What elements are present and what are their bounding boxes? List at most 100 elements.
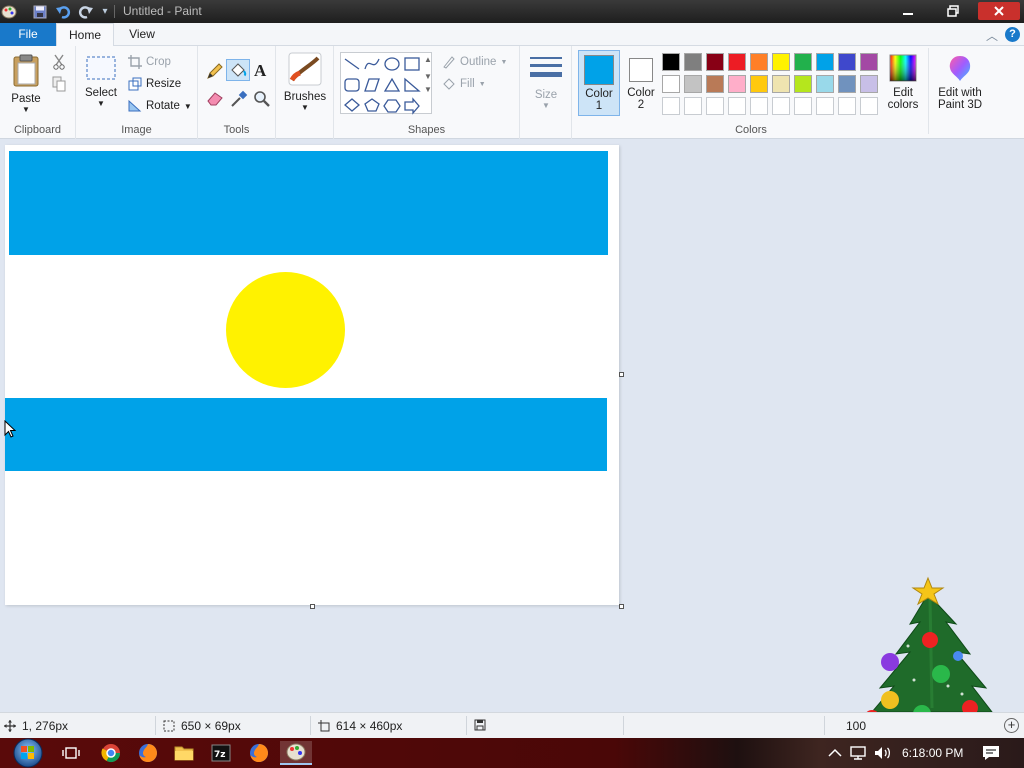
palette-color-swatch[interactable] — [772, 75, 790, 93]
fill-label: Fill — [460, 78, 475, 90]
palette-color-swatch[interactable] — [684, 75, 702, 93]
tools-group-label: Tools — [223, 124, 250, 136]
palette-color-swatch[interactable] — [860, 75, 878, 93]
resize-handle-bottom[interactable] — [310, 604, 315, 609]
palette-custom-slot[interactable] — [838, 97, 856, 115]
paste-button[interactable]: Paste ▼ — [6, 54, 46, 114]
resize-button[interactable]: Resize — [128, 75, 181, 93]
rotate-button[interactable]: Rotate ▼ — [128, 97, 192, 115]
palette-custom-slot[interactable] — [728, 97, 746, 115]
taskbar-clock[interactable]: 6:18:00 PM — [902, 746, 963, 760]
palette-color-swatch[interactable] — [750, 75, 768, 93]
firefox-icon[interactable] — [135, 741, 161, 765]
tab-home[interactable]: Home — [56, 23, 114, 47]
rotate-dropdown-icon[interactable]: ▼ — [184, 102, 192, 111]
palette-custom-slot[interactable] — [750, 97, 768, 115]
crop-button[interactable]: Crop — [128, 53, 171, 71]
color-picker-icon[interactable] — [230, 90, 248, 111]
palette-custom-slot[interactable] — [860, 97, 878, 115]
palette-color-swatch[interactable] — [728, 53, 746, 71]
text-tool-icon[interactable]: A — [254, 61, 266, 81]
edit-with-paint3d-button[interactable]: Edit with Paint 3D — [934, 54, 986, 111]
restore-button[interactable] — [933, 2, 973, 20]
color1-button[interactable]: Color 1 — [578, 50, 620, 116]
palette-custom-slot[interactable] — [662, 97, 680, 115]
palette-color-swatch[interactable] — [838, 53, 856, 71]
close-button[interactable] — [978, 2, 1020, 20]
palette-color-swatch[interactable] — [662, 53, 680, 71]
palette-color-swatch[interactable] — [860, 53, 878, 71]
outline-button[interactable]: Outline ▼ — [442, 53, 507, 71]
brushes-button[interactable]: Brushes ▼ — [282, 52, 328, 112]
task-view-icon[interactable] — [58, 741, 84, 765]
palette-custom-slot[interactable] — [816, 97, 834, 115]
help-icon[interactable]: ? — [1005, 27, 1020, 42]
resize-handle-corner[interactable] — [619, 604, 624, 609]
palette-custom-slot[interactable] — [706, 97, 724, 115]
palette-color-swatch[interactable] — [816, 53, 834, 71]
zoom-in-icon[interactable]: + — [1004, 718, 1019, 733]
palette-custom-slot[interactable] — [684, 97, 702, 115]
chrome-icon[interactable] — [98, 741, 124, 765]
undo-icon[interactable] — [54, 3, 72, 20]
palette-color-swatch[interactable] — [684, 53, 702, 71]
show-hidden-icons-icon[interactable] — [822, 741, 848, 765]
shapes-scroll-down-icon[interactable]: ▼ — [424, 71, 432, 82]
canvas-workspace[interactable] — [0, 140, 1024, 726]
volume-icon[interactable] — [870, 741, 896, 765]
status-separator — [623, 716, 624, 735]
fill-dropdown-icon[interactable]: ▼ — [479, 81, 486, 88]
palette-color-swatch[interactable] — [816, 75, 834, 93]
customize-quick-access-icon[interactable]: ▾ — [96, 3, 114, 20]
copy-icon[interactable] — [52, 76, 66, 95]
paint-taskbar-icon[interactable] — [280, 741, 312, 765]
tab-file[interactable]: File — [0, 23, 56, 46]
minimize-button[interactable] — [888, 2, 928, 20]
fill-with-color-icon[interactable] — [226, 59, 250, 81]
select-button[interactable]: Select ▼ — [82, 54, 120, 108]
redo-icon[interactable] — [76, 3, 94, 20]
pencil-icon[interactable] — [206, 62, 224, 83]
7zip-icon[interactable]: 7z — [208, 741, 234, 765]
edit-colors-button[interactable]: Edit colors — [882, 54, 924, 111]
ribbon: Paste ▼ Clipboard Select ▼ Crop Resize R… — [0, 46, 1024, 139]
firefox-2-icon[interactable] — [246, 741, 272, 765]
shapes-more-icon[interactable]: ▼ — [424, 84, 432, 95]
shapes-scroll[interactable]: ▲ ▼ ▼ — [424, 54, 432, 95]
tab-view[interactable]: View — [116, 23, 168, 46]
palette-color-swatch[interactable] — [662, 75, 680, 93]
palette-color-swatch[interactable] — [706, 53, 724, 71]
paste-dropdown-icon[interactable]: ▼ — [6, 105, 46, 114]
fill-button[interactable]: Fill ▼ — [442, 75, 486, 93]
size-dropdown-icon[interactable]: ▼ — [526, 101, 566, 110]
palette-color-swatch[interactable] — [838, 75, 856, 93]
start-button[interactable] — [8, 738, 48, 768]
color2-button[interactable]: Color 2 — [620, 50, 662, 116]
cut-icon[interactable] — [52, 54, 66, 73]
palette-color-swatch[interactable] — [728, 75, 746, 93]
palette-color-swatch[interactable] — [706, 75, 724, 93]
eraser-icon[interactable] — [206, 90, 224, 109]
paint3d-icon — [934, 54, 986, 85]
select-dropdown-icon[interactable]: ▼ — [82, 99, 120, 108]
brushes-dropdown-icon[interactable]: ▼ — [282, 103, 328, 112]
action-center-icon[interactable] — [978, 741, 1004, 765]
magnifier-icon[interactable] — [253, 90, 271, 111]
resize-handle-right[interactable] — [619, 372, 624, 377]
palette-color-swatch[interactable] — [794, 75, 812, 93]
palette-custom-slot[interactable] — [794, 97, 812, 115]
network-icon[interactable] — [846, 741, 872, 765]
palette-color-swatch[interactable] — [772, 53, 790, 71]
size-button[interactable]: Size ▼ — [526, 54, 566, 110]
save-icon[interactable] — [31, 3, 49, 20]
palette-custom-slot[interactable] — [772, 97, 790, 115]
paint-app-icon[interactable] — [0, 3, 18, 20]
palette-color-swatch[interactable] — [750, 53, 768, 71]
shapes-scroll-up-icon[interactable]: ▲ — [424, 54, 432, 65]
drawing-canvas[interactable] — [5, 145, 619, 605]
palette-color-swatch[interactable] — [794, 53, 812, 71]
image-group: Select ▼ Crop Resize Rotate ▼ Image — [76, 46, 198, 139]
minimize-ribbon-icon[interactable]: ︿ — [986, 27, 998, 44]
file-explorer-icon[interactable] — [171, 741, 197, 765]
outline-dropdown-icon[interactable]: ▼ — [500, 59, 507, 66]
